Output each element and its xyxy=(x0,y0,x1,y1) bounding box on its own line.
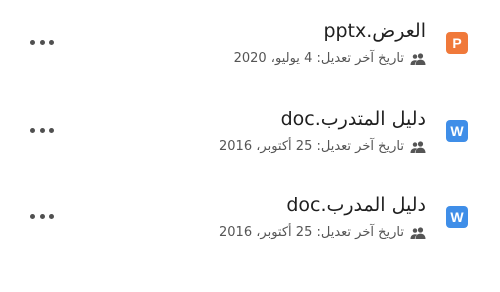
shared-people-icon xyxy=(410,52,426,65)
modified-date: تاريخ آخر تعديل: 4 يوليو، 2020 xyxy=(233,51,404,66)
more-options-icon xyxy=(30,127,35,133)
modified-date: تاريخ آخر تعديل: 25 أكتوبر، 2016 xyxy=(219,225,404,240)
modified-date: تاريخ آخر تعديل: 25 أكتوبر، 2016 xyxy=(219,139,404,154)
file-row[interactable]: P العرض.pptx تاريخ آخر تعديل: 4 يوليو، 2… xyxy=(0,10,500,80)
more-options-button[interactable] xyxy=(30,210,54,222)
shared-people-icon xyxy=(410,226,426,239)
file-modified-info: تاريخ آخر تعديل: 25 أكتوبر، 2016 xyxy=(219,225,426,240)
shared-people-icon xyxy=(410,140,426,153)
file-modified-info: تاريخ آخر تعديل: 25 أكتوبر، 2016 xyxy=(219,139,426,154)
more-options-button[interactable] xyxy=(30,36,54,48)
file-name: دليل المتدرب.doc xyxy=(280,108,426,130)
more-options-icon xyxy=(30,213,35,219)
file-name: العرض.pptx xyxy=(323,20,426,42)
powerpoint-icon: P xyxy=(446,32,468,54)
file-list: P العرض.pptx تاريخ آخر تعديل: 4 يوليو، 2… xyxy=(0,0,500,292)
word-icon: W xyxy=(446,120,468,142)
file-row[interactable]: W دليل المدرب.doc تاريخ آخر تعديل: 25 أك… xyxy=(0,184,500,254)
file-modified-info: تاريخ آخر تعديل: 4 يوليو، 2020 xyxy=(234,51,426,66)
more-options-icon xyxy=(30,39,35,45)
file-name: دليل المدرب.doc xyxy=(286,194,426,216)
more-options-button[interactable] xyxy=(30,124,54,136)
file-row[interactable]: W دليل المتدرب.doc تاريخ آخر تعديل: 25 أ… xyxy=(0,98,500,168)
word-icon: W xyxy=(446,206,468,228)
